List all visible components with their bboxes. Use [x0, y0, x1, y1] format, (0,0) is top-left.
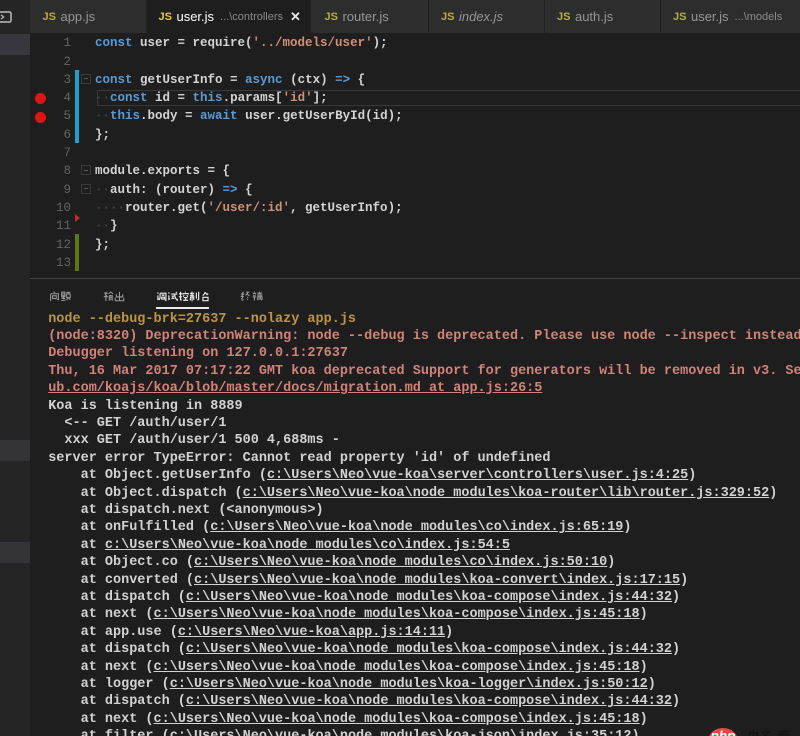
svg-text:php: php: [710, 729, 736, 736]
